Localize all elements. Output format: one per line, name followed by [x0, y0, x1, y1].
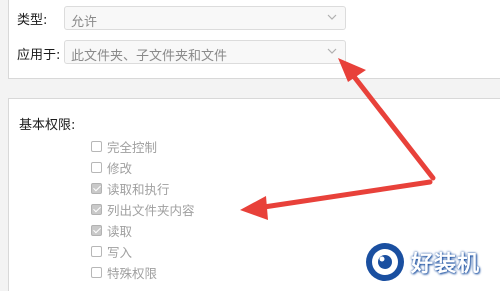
- permission-label: 修改: [107, 160, 133, 176]
- permission-label: 写入: [107, 244, 133, 260]
- permission-checkbox[interactable]: [91, 140, 102, 152]
- applies-to-label: 应用于:: [17, 48, 61, 63]
- permission-label: 读取和执行: [107, 181, 170, 197]
- permission-list-folder[interactable]: 列出文件夹内容: [91, 200, 195, 218]
- permission-write[interactable]: 写入: [91, 242, 132, 260]
- applies-to-dropdown[interactable]: 此文件夹、子文件夹和文件: [64, 40, 346, 64]
- type-value: 允许: [71, 15, 98, 30]
- type-label: 类型:: [17, 13, 48, 28]
- permission-checkbox[interactable]: [91, 161, 102, 173]
- permission-modify[interactable]: 修改: [91, 158, 132, 176]
- permission-entry-dialog: 类型: 允许 应用于: 此文件夹、子文件夹和文件 基本权限: 完全控制 修改 读…: [0, 0, 500, 291]
- permission-read[interactable]: 读取: [91, 221, 132, 239]
- permission-special[interactable]: 特殊权限: [91, 263, 157, 281]
- permission-checkbox[interactable]: [91, 245, 102, 257]
- watermark-logo-icon: [366, 243, 404, 281]
- permission-label: 特殊权限: [107, 265, 158, 281]
- chevron-down-icon: [327, 14, 337, 20]
- principal-settings-panel: 类型: 允许 应用于: 此文件夹、子文件夹和文件: [8, 0, 500, 79]
- applies-to-value: 此文件夹、子文件夹和文件: [71, 49, 228, 64]
- permission-label: 完全控制: [107, 139, 158, 155]
- permission-checkbox[interactable]: [91, 182, 102, 194]
- basic-permissions-title: 基本权限:: [19, 118, 76, 133]
- permission-checkbox[interactable]: [91, 266, 102, 278]
- permission-full-control[interactable]: 完全控制: [91, 137, 157, 155]
- permission-read-execute[interactable]: 读取和执行: [91, 179, 170, 197]
- permission-label: 列出文件夹内容: [107, 202, 195, 218]
- permission-checkbox[interactable]: [91, 203, 102, 215]
- permission-checkbox[interactable]: [91, 224, 102, 236]
- watermark: 好装机: [363, 238, 495, 286]
- type-dropdown[interactable]: 允许: [64, 6, 346, 30]
- chevron-down-icon: [327, 48, 337, 54]
- watermark-text: 好装机: [411, 252, 481, 277]
- permission-label: 读取: [107, 223, 133, 239]
